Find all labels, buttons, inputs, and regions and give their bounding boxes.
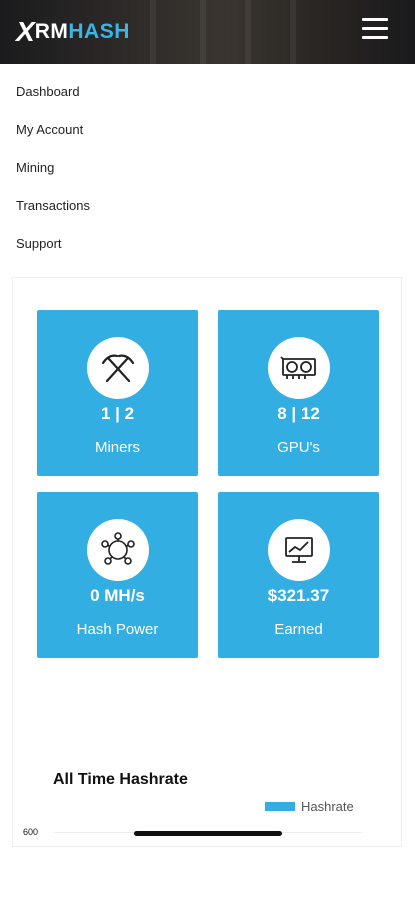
earned-label: Earned (274, 621, 323, 638)
nav-item-transactions[interactable]: Transactions (16, 198, 90, 236)
gpus-label: GPU's (277, 439, 320, 456)
miners-value: 1 | 2 (100, 404, 135, 423)
y-axis-tick: 600 (23, 827, 39, 837)
monitor-chart-icon (267, 519, 330, 581)
gpu-icon (267, 337, 330, 399)
legend-swatch (265, 802, 295, 811)
logo-hash: HASH (68, 20, 130, 43)
logo-x: X (16, 16, 35, 47)
hash-power-card[interactable]: 0 MH/s Hash Power (37, 492, 198, 658)
nav-item-dashboard[interactable]: Dashboard (16, 84, 90, 122)
nav-item-support[interactable]: Support (16, 236, 90, 274)
logo[interactable]: X RM HASH (16, 16, 130, 47)
miners-card[interactable]: 1 | 2 Miners (37, 310, 198, 476)
earned-card[interactable]: $321.37 Earned (218, 492, 379, 658)
nav-item-my-account[interactable]: My Account (16, 122, 90, 160)
gpus-value: 8 | 12 (277, 404, 320, 423)
legend-label: Hashrate (301, 799, 354, 814)
hash-power-label: Hash Power (76, 621, 159, 638)
hamburger-menu-icon[interactable] (362, 18, 388, 40)
chart-title: All Time Hashrate (53, 771, 188, 788)
miners-label: Miners (94, 439, 140, 456)
gpus-card[interactable]: 8 | 12 GPU's (218, 310, 379, 476)
home-indicator[interactable] (134, 831, 282, 836)
network-hub-icon (86, 519, 149, 581)
hash-power-value: 0 MH/s (90, 586, 145, 605)
app-header: X RM HASH (0, 0, 415, 64)
earned-value: $321.37 (267, 586, 330, 605)
chart-legend: Hashrate (265, 799, 354, 814)
nav-item-mining[interactable]: Mining (16, 160, 90, 198)
logo-rm: RM (34, 20, 69, 43)
main-nav: Dashboard My Account Mining Transactions… (16, 84, 90, 274)
pickaxes-icon (86, 337, 149, 399)
